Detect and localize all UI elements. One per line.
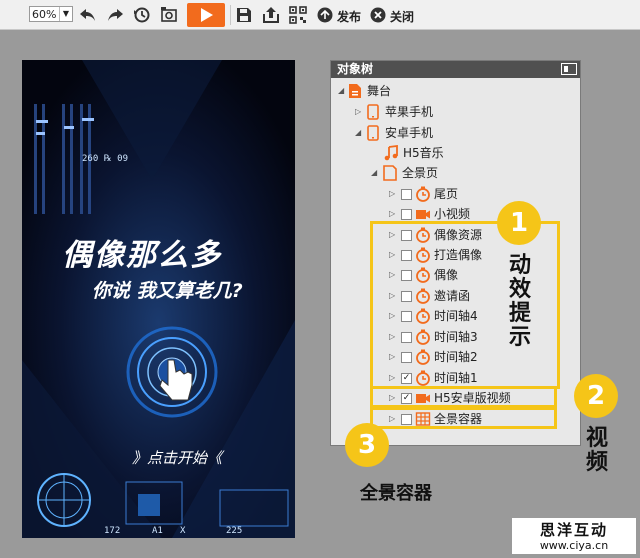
tree-item-label: 舞台: [367, 84, 392, 98]
tree-item-end-page[interactable]: ▷ 尾页: [331, 184, 580, 204]
watermark: 思洋互动 www.ciya.cn: [512, 518, 636, 554]
tree-item-label: 尾页: [434, 187, 459, 201]
toolbar-separator: [230, 5, 231, 25]
annotation-text-effects: 动效提示: [508, 253, 531, 350]
phone-icon: [367, 104, 379, 120]
tree-item-panorama-page[interactable]: ◢ 全景页: [331, 163, 580, 183]
hud-label-left: 172: [104, 526, 121, 536]
annotation-box-container: [370, 407, 557, 429]
export-icon[interactable]: [262, 6, 280, 24]
annotation-text-container: 全景容器: [360, 483, 432, 504]
hud-label-right: 225: [226, 526, 243, 536]
tree-item-android[interactable]: ◢ 安卓手机: [331, 123, 580, 143]
zoom-value: 60%: [32, 8, 57, 21]
panel-layout-icon[interactable]: [561, 63, 577, 75]
expand-arrow-icon[interactable]: ▷: [355, 102, 361, 122]
expand-arrow-icon[interactable]: ▷: [389, 184, 395, 204]
stage-canvas[interactable]: 260 ℞ 09 偶像那么多 你说 我又算老几? 》点击开始《 172 A1 X…: [22, 60, 295, 538]
hud-number-readout: 260 ℞ 09: [82, 154, 128, 164]
visibility-checkbox[interactable]: [401, 209, 412, 220]
document-icon: [349, 84, 361, 98]
redo-icon[interactable]: [106, 6, 124, 24]
hud-label-mid: A1: [152, 526, 163, 536]
video-icon: [416, 210, 430, 219]
expand-arrow-icon[interactable]: ◢: [355, 123, 361, 143]
play-button[interactable]: [187, 3, 225, 27]
phone-icon: [367, 125, 379, 141]
visibility-checkbox[interactable]: [401, 189, 412, 200]
tree-item-label: 全景页: [402, 166, 439, 180]
page-icon: [383, 165, 397, 181]
tree-item-label: 安卓手机: [385, 126, 434, 140]
history-icon[interactable]: [133, 6, 151, 24]
publish-icon[interactable]: [316, 6, 334, 24]
watermark-title: 思洋互动: [539, 521, 608, 539]
panel-title: 对象树: [337, 62, 374, 76]
screenshot-icon[interactable]: [160, 6, 178, 24]
tree-item-label: 苹果手机: [385, 105, 434, 119]
hud-label-x: X: [180, 526, 186, 536]
annotation-badge-1: 1: [497, 201, 541, 245]
expand-arrow-icon[interactable]: ◢: [371, 163, 377, 183]
tree-item-music[interactable]: H5音乐: [331, 143, 580, 163]
undo-icon[interactable]: [79, 6, 97, 24]
toolbar: 60% ▼ 发布 关闭: [0, 0, 640, 30]
timer-icon: [416, 186, 430, 202]
zoom-select[interactable]: 60% ▼: [29, 6, 73, 22]
close-icon[interactable]: [369, 6, 387, 24]
annotation-box-video: [370, 386, 557, 408]
save-icon[interactable]: [235, 6, 253, 24]
canvas-title-main: 偶像那么多: [62, 238, 222, 273]
annotation-text-video: 视频: [585, 426, 608, 475]
panel-header: 对象树: [331, 61, 580, 78]
canvas-title-sub: 你说 我又算老几?: [92, 280, 243, 302]
qr-code-icon[interactable]: [289, 6, 307, 24]
tree-item-stage[interactable]: ◢ 舞台: [331, 81, 580, 101]
expand-arrow-icon[interactable]: ◢: [338, 81, 344, 101]
tree-item-iphone[interactable]: ▷ 苹果手机: [331, 102, 580, 122]
music-note-icon: [384, 145, 398, 161]
annotation-badge-3: 3: [345, 423, 389, 467]
annotation-badge-2: 2: [574, 374, 618, 418]
watermark-url: www.ciya.cn: [539, 539, 609, 552]
start-prompt[interactable]: 》点击开始《: [132, 447, 222, 468]
tree-item-label: H5音乐: [403, 146, 444, 160]
close-button[interactable]: 关闭: [390, 8, 414, 25]
chevron-down-icon: ▼: [59, 7, 72, 21]
publish-button[interactable]: 发布: [337, 8, 361, 25]
